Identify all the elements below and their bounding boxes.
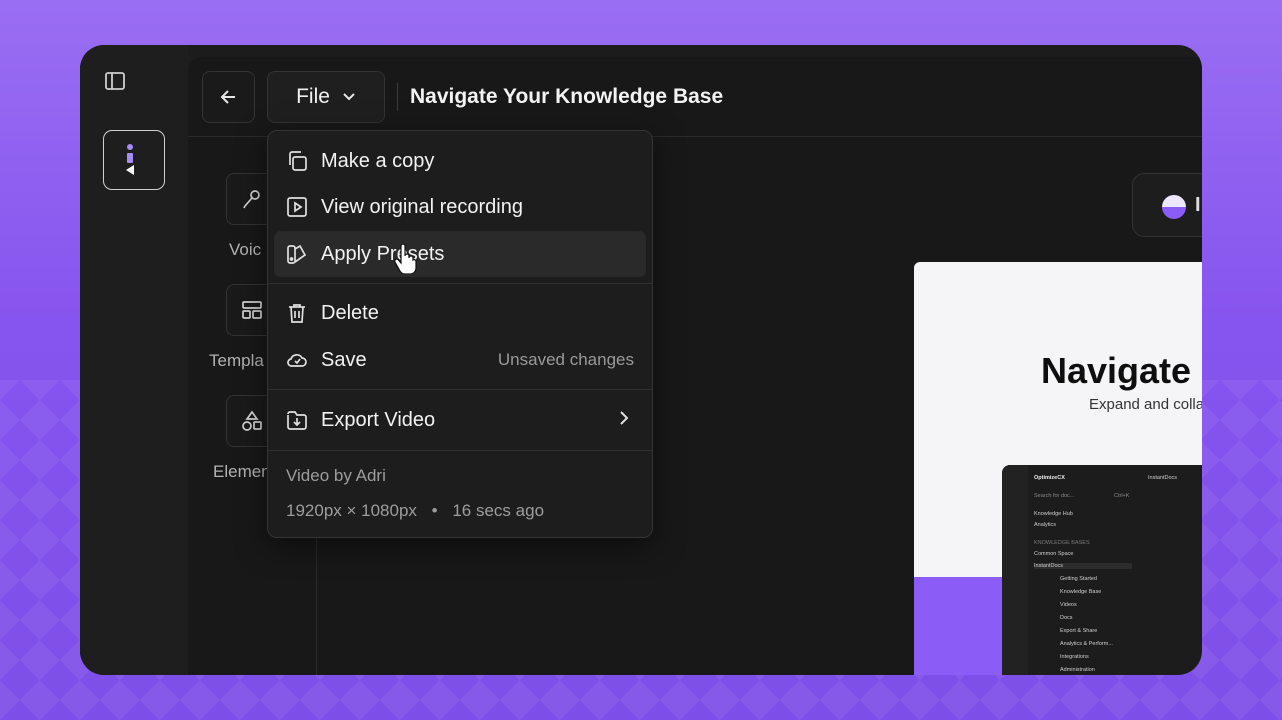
file-button-label: File <box>296 85 330 108</box>
mini-page: Docs <box>1060 615 1073 621</box>
meta-separator: • <box>431 501 438 520</box>
menu-item-label: Make a copy <box>321 149 435 172</box>
mini-page: Analytics & Perform... <box>1060 641 1113 647</box>
app-logo[interactable] <box>103 130 165 190</box>
mini-page: Integrations <box>1060 654 1089 660</box>
export-icon <box>286 409 308 431</box>
preview-pill[interactable]: I <box>1132 173 1202 237</box>
mini-rail <box>1002 465 1028 675</box>
title-divider <box>397 83 398 111</box>
mini-workspace: OptimizeCX <box>1034 475 1065 481</box>
mini-search: Search for doc... <box>1034 493 1075 499</box>
logo-icon <box>126 144 134 175</box>
menu-item-label: Apply Presets <box>321 242 445 265</box>
cloud-icon <box>286 349 308 371</box>
menu-item-label: Delete <box>321 301 379 324</box>
video-author: Video by Adri <box>286 466 386 485</box>
mini-tab: InstantDocs <box>1148 475 1178 481</box>
preview-subtitle: Expand and colla <box>1089 396 1202 413</box>
pill-text: I <box>1195 194 1201 216</box>
chevron-right-icon <box>618 409 630 432</box>
mini-page: Getting Started <box>1060 576 1097 582</box>
menu-item-label: Export Video <box>321 408 436 431</box>
mini-section: KNOWLEDGE BASES <box>1034 540 1090 546</box>
menu-separator <box>268 283 652 284</box>
sidebar-toggle-icon[interactable] <box>104 70 126 92</box>
play-icon <box>286 196 308 218</box>
menu-separator <box>268 389 652 390</box>
menu-item-delete[interactable]: Delete <box>274 290 646 336</box>
video-meta: 1920px × 1080px • 16 secs ago <box>286 501 544 521</box>
mini-nav-item: Analytics <box>1034 522 1057 528</box>
top-bar: File Navigate Your Knowledge Base <box>188 57 1202 137</box>
mini-base: InstantDocs <box>1034 563 1132 569</box>
file-dropdown-menu: Make a copy View original recording Appl… <box>267 130 653 538</box>
elements-tool-label: Elemen <box>213 462 271 481</box>
mini-base: Common Space <box>1034 551 1074 557</box>
unsaved-changes-hint: Unsaved changes <box>497 350 634 369</box>
video-dimensions: 1920px × 1080px <box>286 501 417 520</box>
microphone-icon <box>243 190 260 209</box>
preview-mini-app: OptimizeCX InstantDocs Search for doc...… <box>1002 465 1202 675</box>
video-updated-time: 16 secs ago <box>452 501 545 520</box>
shapes-icon <box>242 410 262 431</box>
mini-page: Administration <box>1060 667 1095 673</box>
back-button[interactable] <box>202 71 255 123</box>
mini-page: Export & Share <box>1060 628 1098 634</box>
menu-item-make-copy[interactable]: Make a copy <box>274 138 646 184</box>
mini-shortcut: Ctrl+K <box>1114 493 1130 499</box>
menu-separator <box>268 450 652 451</box>
preview-title: Navigate <box>1041 350 1192 391</box>
pill-dot-icon <box>1162 195 1186 219</box>
trash-icon <box>286 302 308 324</box>
document-title[interactable]: Navigate Your Knowledge Base <box>410 85 723 109</box>
menu-item-apply-presets[interactable]: Apply Presets <box>274 231 646 277</box>
menu-item-view-recording[interactable]: View original recording <box>274 184 646 230</box>
mini-page: Videos <box>1060 602 1077 608</box>
templates-tool-label: Templa <box>209 351 264 370</box>
mini-page: Knowledge Base <box>1060 589 1102 595</box>
file-menu-button[interactable]: File <box>267 71 385 123</box>
hand-cursor-icon <box>394 243 418 279</box>
arrow-left-icon <box>220 90 235 104</box>
menu-item-export-video[interactable]: Export Video <box>274 397 646 443</box>
presets-icon <box>286 243 308 265</box>
menu-item-save[interactable]: Save Unsaved changes <box>274 337 646 383</box>
menu-item-label: Save <box>321 348 367 371</box>
mini-nav-item: Knowledge Hub <box>1034 511 1073 517</box>
copy-icon <box>286 150 308 172</box>
menu-item-label: View original recording <box>321 195 523 218</box>
template-icon <box>242 301 262 319</box>
video-preview[interactable]: Navigate Expand and colla OptimizeCX Ins… <box>914 262 1202 675</box>
left-rail <box>80 45 188 675</box>
voiceover-tool-label: Voic <box>229 240 262 259</box>
chevron-down-icon <box>343 93 355 101</box>
